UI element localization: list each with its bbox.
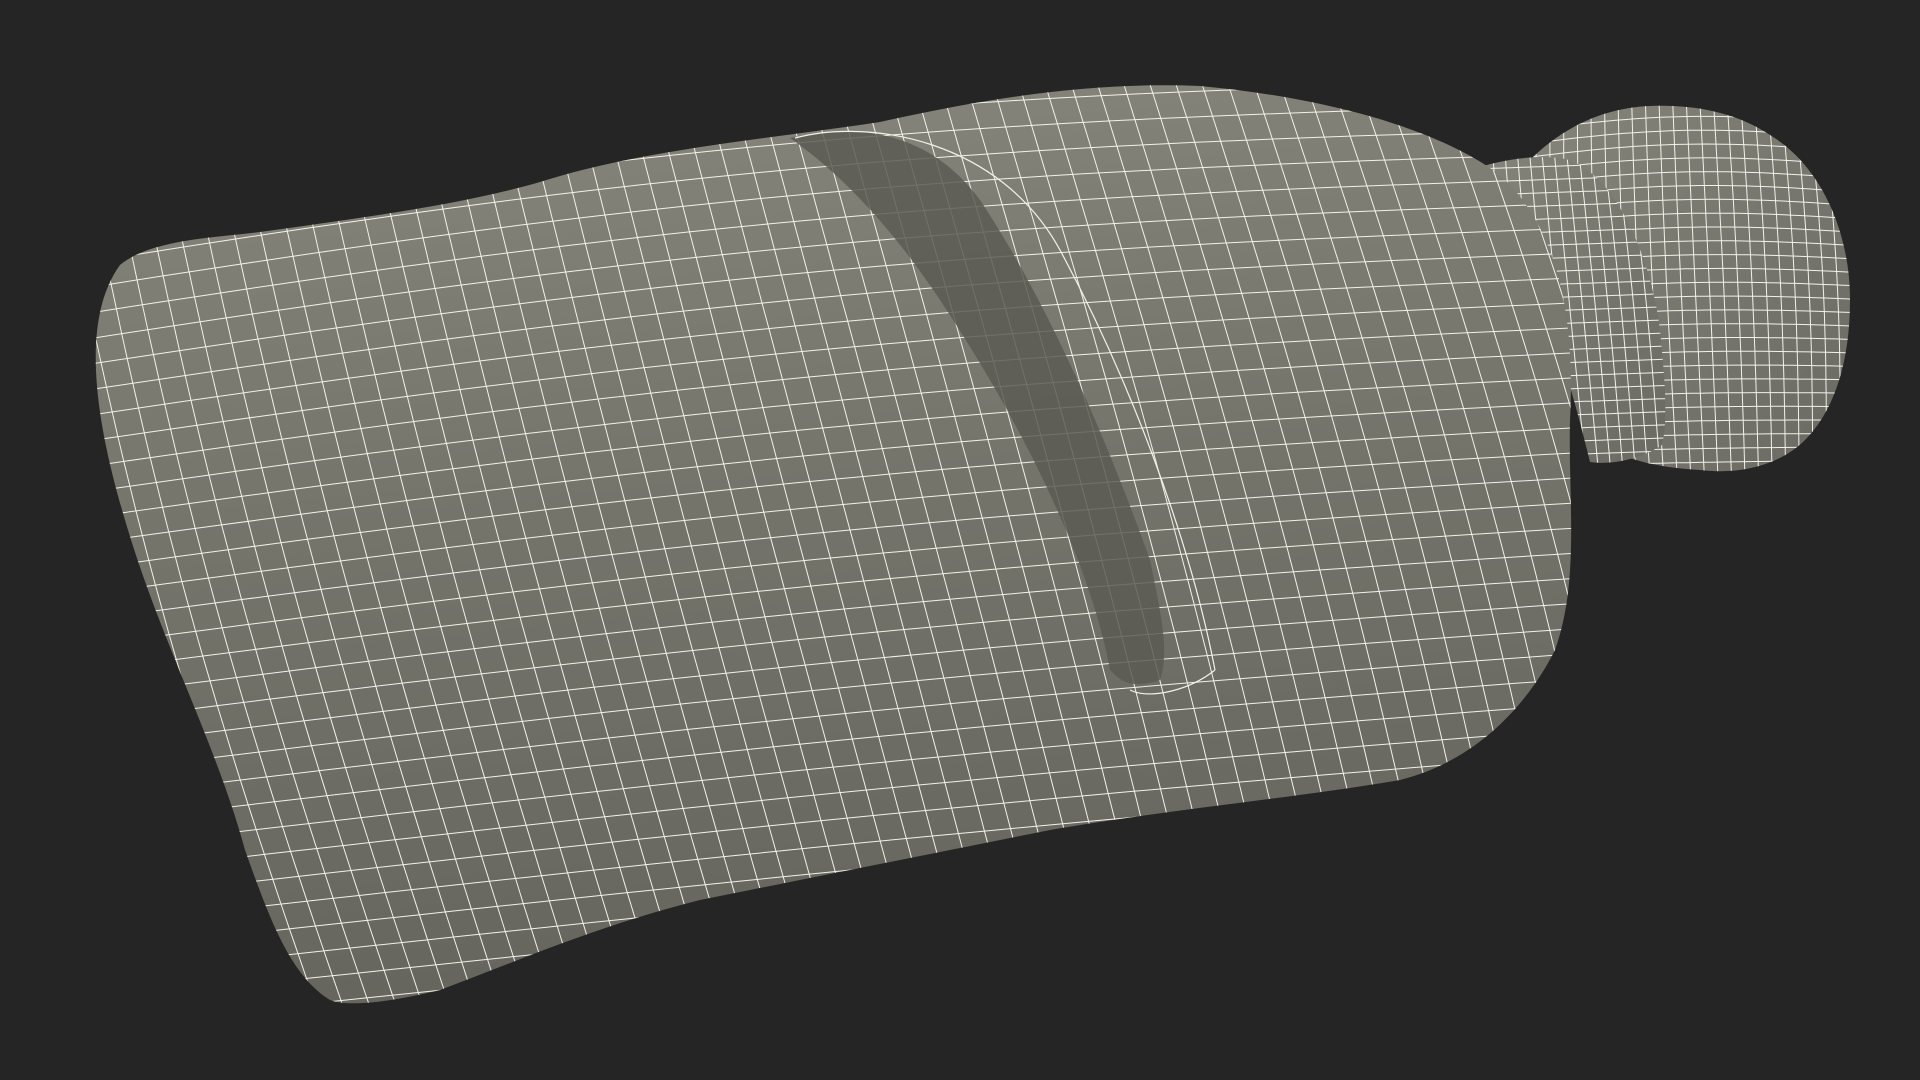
wire-line [1530, 105, 1850, 107]
wire-line [1846, 105, 1850, 472]
wire-line [1528, 474, 1880, 480]
render-viewport [0, 0, 1920, 1080]
wire-line [1530, 487, 1880, 493]
wire-line [1510, 75, 1860, 93]
wire-line [1860, 87, 1882, 487]
bottle-wireframe-icon [95, 75, 1882, 1004]
